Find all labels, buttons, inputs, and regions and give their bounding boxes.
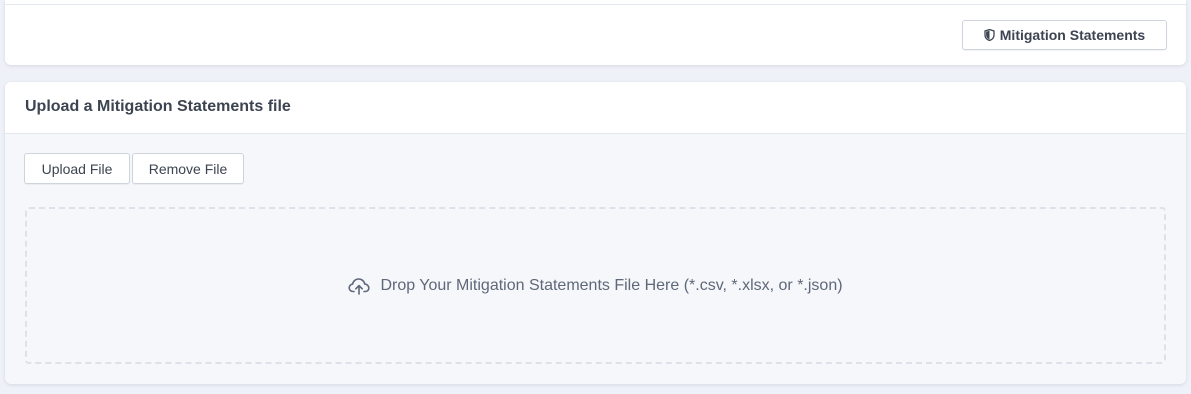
cloud-upload-icon: [348, 277, 371, 295]
mitigation-statements-button[interactable]: Mitigation Statements: [962, 20, 1167, 50]
toolbar-divider: [5, 4, 1186, 5]
mitigation-statements-label: Mitigation Statements: [999, 27, 1146, 43]
dropzone-text: Drop Your Mitigation Statements File Her…: [380, 276, 843, 294]
upload-card-header: Upload a Mitigation Statements file: [5, 82, 1186, 134]
file-dropzone[interactable]: Drop Your Mitigation Statements File Her…: [25, 207, 1166, 364]
top-toolbar-card: Mitigation Statements: [5, 0, 1186, 65]
remove-file-button[interactable]: Remove File: [132, 153, 244, 184]
upload-file-button[interactable]: Upload File: [24, 153, 130, 184]
upload-card: Upload a Mitigation Statements file Uplo…: [5, 82, 1186, 384]
shield-icon: [984, 29, 995, 41]
upload-card-title: Upload a Mitigation Statements file: [25, 98, 291, 115]
